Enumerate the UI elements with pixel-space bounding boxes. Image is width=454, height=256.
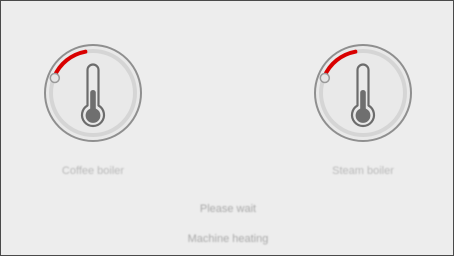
gauge-knob (319, 72, 331, 84)
steam-boiler-dial (314, 44, 412, 142)
steam-boiler-gauge: Steam boiler (303, 39, 423, 189)
steam-boiler-label: Steam boiler (332, 165, 394, 177)
coffee-boiler-gauge: Coffee boiler (33, 39, 153, 189)
gauge-knob (49, 72, 61, 84)
coffee-boiler-label: Coffee boiler (61, 165, 125, 177)
status-message-secondary: Machine heating (187, 233, 269, 245)
coffee-boiler-dial (44, 44, 142, 142)
boiler-heating-screen: Coffee boiler Steam boiler Please wait M… (0, 0, 454, 256)
status-message-primary: Please wait (199, 203, 257, 215)
